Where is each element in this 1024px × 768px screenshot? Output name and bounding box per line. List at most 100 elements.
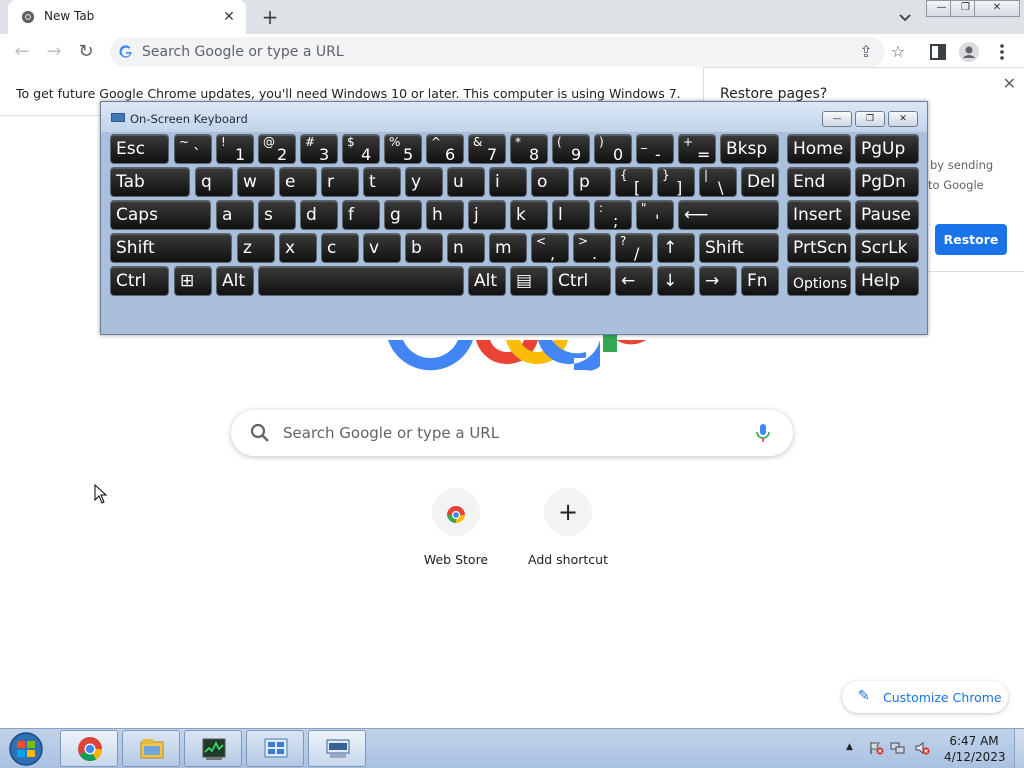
key-symbol[interactable]: ↑ bbox=[657, 233, 695, 263]
shortcut-add[interactable]: + Add shortcut bbox=[512, 488, 624, 578]
key-prtscn[interactable]: PrtScn bbox=[787, 233, 851, 263]
key-symbol[interactable]: " ' bbox=[636, 200, 674, 230]
key-tab[interactable]: Tab bbox=[110, 167, 190, 197]
window-close-button[interactable]: ✕ bbox=[974, 0, 1020, 17]
osk-title-bar[interactable]: On-Screen Keyboard — ❐ ✕ bbox=[101, 102, 927, 132]
key-3[interactable]: #3 bbox=[300, 134, 338, 164]
key-d[interactable]: d bbox=[300, 200, 338, 230]
key-7[interactable]: & 7 bbox=[468, 134, 506, 164]
osk-minimize-button[interactable]: — bbox=[822, 111, 852, 127]
bookmark-star-icon[interactable]: ☆ bbox=[886, 40, 910, 64]
key-z[interactable]: z bbox=[237, 233, 275, 263]
key-insert[interactable]: Insert bbox=[787, 200, 851, 230]
key-n[interactable]: n bbox=[447, 233, 485, 263]
osk-close-button[interactable]: ✕ bbox=[888, 111, 918, 127]
key-end[interactable]: End bbox=[787, 167, 851, 197]
reload-icon[interactable]: ↻ bbox=[74, 40, 98, 64]
show-hidden-icons-arrow-icon[interactable]: ▲ bbox=[846, 742, 853, 752]
key-caps[interactable]: Caps bbox=[110, 200, 211, 230]
key-w[interactable]: w bbox=[237, 167, 275, 197]
key-symbol[interactable]: ← bbox=[615, 266, 653, 296]
key-e[interactable]: e bbox=[279, 167, 317, 197]
voice-search-mic-icon[interactable] bbox=[753, 422, 773, 444]
taskbar-app-chrome[interactable] bbox=[60, 730, 118, 767]
volume-muted-icon[interactable] bbox=[914, 741, 930, 755]
forward-arrow-icon[interactable]: → bbox=[42, 40, 66, 64]
key-2[interactable]: @2 bbox=[258, 134, 296, 164]
network-icon[interactable] bbox=[890, 741, 906, 755]
taskbar-app-task-manager[interactable] bbox=[184, 730, 242, 767]
windows-start-orb-icon[interactable] bbox=[6, 731, 46, 767]
taskbar-clock[interactable]: 6:47 AM 4/12/2023 bbox=[944, 733, 1006, 765]
key-space[interactable] bbox=[258, 266, 464, 296]
key-symbol[interactable]: ↓ bbox=[657, 266, 695, 296]
key-9[interactable]: (9 bbox=[552, 134, 590, 164]
key-options[interactable]: Options bbox=[787, 266, 851, 296]
menu-kebab-icon[interactable] bbox=[990, 40, 1014, 64]
key-ctrl[interactable]: Ctrl bbox=[552, 266, 611, 296]
key-a[interactable]: a bbox=[216, 200, 254, 230]
key-symbol[interactable]: ⟵ bbox=[678, 200, 779, 230]
key-fn[interactable]: Fn bbox=[741, 266, 779, 296]
key-4[interactable]: $4 bbox=[342, 134, 380, 164]
key-c[interactable]: c bbox=[321, 233, 359, 263]
key-symbol[interactable]: ⊞ bbox=[174, 266, 212, 296]
action-center-flag-icon[interactable] bbox=[868, 741, 884, 755]
key-t[interactable]: t bbox=[363, 167, 401, 197]
key-8[interactable]: * 8 bbox=[510, 134, 548, 164]
taskbar-app-on-screen-keyboard[interactable] bbox=[308, 730, 366, 767]
key-symbol[interactable]: ▤ bbox=[510, 266, 548, 296]
key-1[interactable]: ! 1 bbox=[216, 134, 254, 164]
key-o[interactable]: o bbox=[531, 167, 569, 197]
customize-chrome-button[interactable]: ✎ Customize Chrome bbox=[842, 681, 1008, 713]
key-symbol[interactable]: :; bbox=[594, 200, 632, 230]
key-symbol[interactable]: + = bbox=[678, 134, 716, 164]
share-icon[interactable]: ⇪ bbox=[854, 40, 878, 64]
tab-close-icon[interactable]: ✕ bbox=[220, 8, 238, 26]
key-x[interactable]: x bbox=[279, 233, 317, 263]
key-y[interactable]: y bbox=[405, 167, 443, 197]
side-panel-icon[interactable] bbox=[926, 40, 950, 64]
key-5[interactable]: % 5 bbox=[384, 134, 422, 164]
key-alt[interactable]: Alt bbox=[468, 266, 506, 296]
key-b[interactable]: b bbox=[405, 233, 443, 263]
restore-close-icon[interactable]: ✕ bbox=[1003, 74, 1016, 93]
key-g[interactable]: g bbox=[384, 200, 422, 230]
profile-avatar-icon[interactable] bbox=[957, 40, 981, 64]
restore-button[interactable]: Restore bbox=[935, 224, 1007, 255]
key-r[interactable]: r bbox=[321, 167, 359, 197]
key-ctrl[interactable]: Ctrl bbox=[110, 266, 169, 296]
ntp-search-box[interactable]: Search Google or type a URL bbox=[231, 410, 793, 456]
key-symbol[interactable]: _ - bbox=[636, 134, 674, 164]
key-j[interactable]: j bbox=[468, 200, 506, 230]
key-s[interactable]: s bbox=[258, 200, 296, 230]
key-home[interactable]: Home bbox=[787, 134, 851, 164]
key-m[interactable]: m bbox=[489, 233, 527, 263]
tab-new-tab[interactable]: New Tab ✕ bbox=[8, 0, 246, 34]
key-6[interactable]: ^ 6 bbox=[426, 134, 464, 164]
key-f[interactable]: f bbox=[342, 200, 380, 230]
key-v[interactable]: v bbox=[363, 233, 401, 263]
key-l[interactable]: l bbox=[552, 200, 590, 230]
tab-search-chevron-icon[interactable] bbox=[894, 6, 916, 28]
back-arrow-icon[interactable]: ← bbox=[10, 40, 34, 64]
key-i[interactable]: i bbox=[489, 167, 527, 197]
new-tab-button[interactable]: + bbox=[258, 5, 282, 29]
key-esc[interactable]: Esc bbox=[110, 134, 169, 164]
key-0[interactable]: ) 0 bbox=[594, 134, 632, 164]
key-symbol[interactable]: → bbox=[699, 266, 737, 296]
key-symbol[interactable]: <, bbox=[531, 233, 569, 263]
key-del[interactable]: Del bbox=[741, 167, 779, 197]
key-shift[interactable]: Shift bbox=[110, 233, 232, 263]
address-bar[interactable]: Search Google or type a URL bbox=[110, 37, 885, 67]
key-help[interactable]: Help bbox=[855, 266, 919, 296]
key-symbol[interactable]: {[ bbox=[615, 167, 653, 197]
key-pause[interactable]: Pause bbox=[855, 200, 919, 230]
key-scrlk[interactable]: ScrLk bbox=[855, 233, 919, 263]
taskbar-app-file-explorer[interactable] bbox=[122, 730, 180, 767]
taskbar-app-control-panel[interactable] bbox=[246, 730, 304, 767]
key-pgdn[interactable]: PgDn bbox=[855, 167, 919, 197]
key-p[interactable]: p bbox=[573, 167, 611, 197]
key-symbol[interactable]: | \ bbox=[699, 167, 737, 197]
key-h[interactable]: h bbox=[426, 200, 464, 230]
